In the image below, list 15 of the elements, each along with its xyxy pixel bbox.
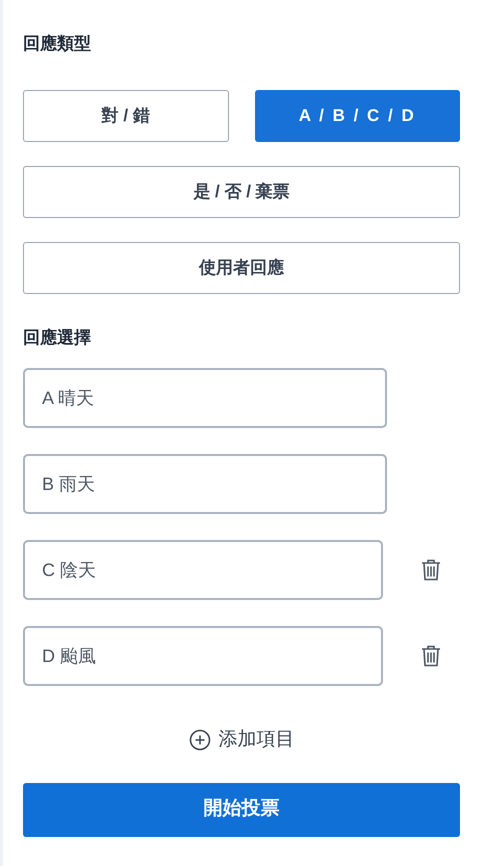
- choice-input-field[interactable]: A 晴天: [23, 368, 387, 428]
- choice-input-field[interactable]: D 颱風: [23, 626, 383, 686]
- response-type-button[interactable]: A / B / C / D: [254, 90, 460, 142]
- add-item-button[interactable]: 添加項目: [188, 726, 294, 754]
- trash-icon[interactable]: [421, 559, 441, 581]
- section-heading: 回應類型: [23, 33, 92, 55]
- choice-input-field[interactable]: C 陰天: [23, 540, 383, 600]
- response-type-button[interactable]: 使用者回應: [23, 242, 460, 294]
- start-vote-button[interactable]: 開始投票: [23, 782, 460, 836]
- section-heading: 回應選擇: [23, 327, 92, 349]
- trash-icon[interactable]: [421, 645, 441, 667]
- response-type-button[interactable]: 對 / 錯: [23, 90, 228, 142]
- plus-circle-icon: [188, 729, 210, 752]
- choice-input-field[interactable]: B 雨天: [23, 454, 387, 514]
- response-type-button[interactable]: 是 / 否 / 棄票: [23, 166, 460, 218]
